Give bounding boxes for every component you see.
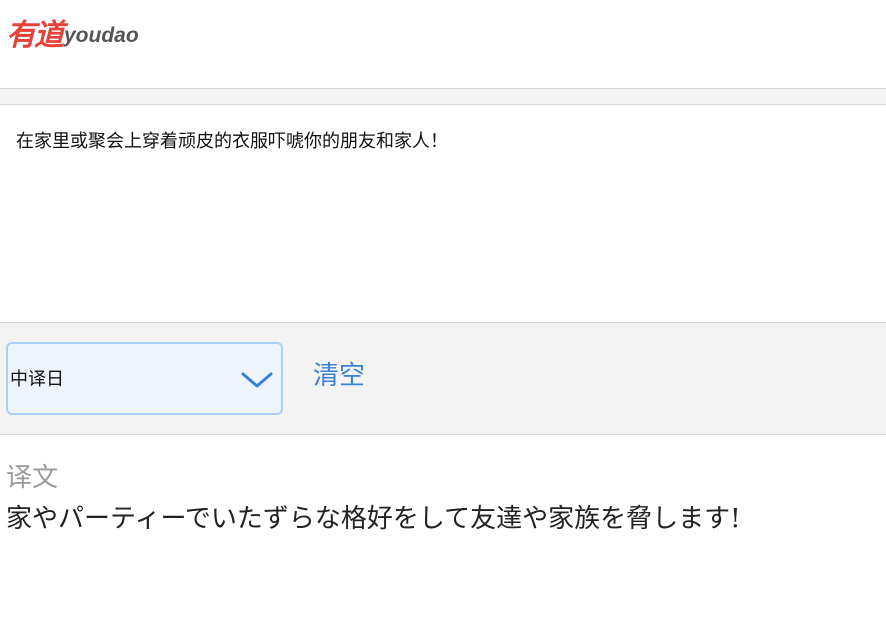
result-text: 家やパーティーでいたずらな格好をして友達や家族を脅します! bbox=[6, 504, 741, 534]
language-select-value: 中译日 bbox=[10, 369, 64, 390]
clear-button[interactable]: 清空 bbox=[313, 360, 365, 392]
youdao-logo[interactable]: 有道 youdao bbox=[6, 16, 139, 56]
logo-chinese-text: 有道 bbox=[6, 18, 64, 53]
translation-result: 译文 家やパーティーでいたずらな格好をして友達や家族を脅します! bbox=[0, 435, 886, 618]
control-bar: 中译日 清空 bbox=[0, 323, 886, 435]
language-select[interactable]: 中译日 bbox=[6, 342, 283, 415]
source-text-area[interactable]: 在家里或聚会上穿着顽皮的衣服吓唬你的朋友和家人！ bbox=[0, 105, 886, 323]
chevron-down-icon bbox=[241, 372, 273, 388]
header: 有道 youdao bbox=[0, 0, 886, 89]
logo-english-text: youdao bbox=[64, 24, 139, 47]
divider-band bbox=[0, 89, 886, 105]
source-text: 在家里或聚会上穿着顽皮的衣服吓唬你的朋友和家人！ bbox=[16, 131, 448, 152]
result-label: 译文 bbox=[6, 463, 59, 493]
